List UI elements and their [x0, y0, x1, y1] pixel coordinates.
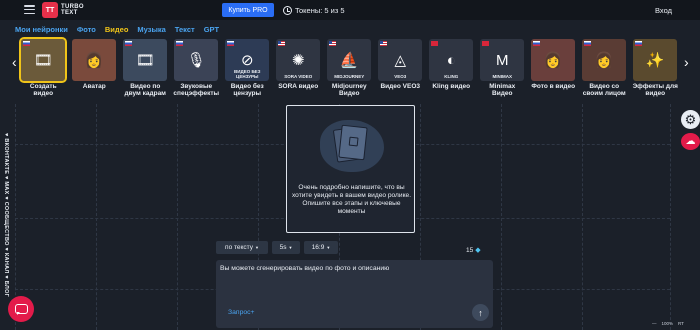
generation-controls: по тексту ▼ 5s ▼ 16:9 ▼: [216, 241, 342, 254]
tab-0[interactable]: Мои нейронки: [15, 25, 68, 34]
chevron-down-icon: ▼: [288, 245, 293, 250]
zoom-indicator: — 100% RT: [652, 321, 684, 326]
model-cards: 🎞 Создать видео 👩 Аватар 🎞 Видео по двум кадр…: [19, 37, 683, 101]
thumbnail-title: VEO3: [394, 74, 407, 79]
model-card-label: Midjourney Видео: [331, 83, 367, 97]
model-thumbnail: 👩: [72, 39, 117, 81]
tab-3[interactable]: Музыка: [137, 25, 165, 34]
model-thumbnail: ✨: [633, 39, 678, 81]
model-card-label: Фото в видео: [531, 83, 576, 90]
gear-icon[interactable]: ⚙: [681, 110, 700, 129]
model-thumbnail: ◐ KLING: [429, 39, 474, 81]
request-plus-link[interactable]: Запрос+: [228, 309, 255, 316]
chat-icon[interactable]: [8, 296, 34, 322]
buy-pro-button[interactable]: Купить PRO: [222, 3, 274, 17]
prompt-input[interactable]: [216, 260, 493, 304]
cost-value: 15: [466, 246, 474, 254]
model-card-label: Аватар: [82, 83, 106, 90]
model-card-label: Видео по двум кадрам: [124, 83, 167, 97]
model-card[interactable]: 👩 Видео со своим лицом: [581, 39, 628, 101]
model-thumbnail: 👩: [531, 39, 576, 81]
login-link[interactable]: Вход: [655, 3, 672, 17]
model-thumbnail: ◬ VEO3: [378, 39, 423, 81]
send-arrow-icon[interactable]: ↑: [472, 304, 489, 321]
model-card[interactable]: ◬ VEO3 Видео VEO3: [377, 39, 424, 101]
generation-cost: 15 ◆: [466, 246, 481, 255]
model-icon: 🎞: [33, 52, 53, 69]
model-card[interactable]: M MINIMAX Minimax Видео: [479, 39, 526, 101]
model-card[interactable]: ✨ Эффекты для видео: [632, 39, 679, 101]
logo-mark: TT: [42, 2, 58, 18]
model-card-label: Видео со своим лицом: [582, 83, 626, 97]
tab-5[interactable]: GPT: [204, 25, 219, 34]
model-card-label: Звуковые спецэффекты: [173, 83, 220, 97]
clock-icon: [283, 5, 292, 15]
model-thumbnail: 🎞: [123, 39, 168, 81]
model-card[interactable]: 👩 Фото в видео: [530, 39, 577, 101]
thumbnail-title: SORA VIDEO: [284, 74, 313, 79]
logo[interactable]: TT TURBO TEXT: [42, 2, 84, 18]
chevron-down-icon: ▼: [326, 245, 331, 250]
model-card[interactable]: 🎞 Создать видео: [19, 37, 68, 101]
diamond-icon: ◆: [475, 247, 481, 254]
top-bar: TT TURBO TEXT Купить PRO Токены: 5 из 5 …: [0, 0, 700, 20]
model-card-label: Эффекты для видео: [632, 83, 678, 97]
tokens-label: Токены: 5 из 5: [295, 5, 345, 15]
model-icon: 👩: [594, 52, 614, 69]
tab-1[interactable]: Фото: [77, 25, 96, 34]
upload-cloud-icon[interactable]: ☁: [681, 133, 700, 150]
chevron-down-icon: ▼: [254, 245, 259, 250]
thumbnail-title: ВИДЕО БЕЗ ЦЕНЗУРЫ: [234, 69, 261, 79]
model-icon: ✨: [645, 52, 665, 69]
prompt-box: Запрос+ ↑: [216, 260, 493, 328]
tab-4[interactable]: Текст: [175, 25, 195, 34]
model-card-label: SORA видео: [278, 83, 319, 90]
model-icon: 🎞: [135, 52, 155, 69]
model-carousel: ‹ 🎞 Создать видео 👩 Аватар 🎞 Видео по двум ка…: [12, 37, 692, 101]
model-card-label: Создать видео: [29, 83, 57, 97]
model-card[interactable]: 👩 Аватар: [71, 39, 118, 101]
model-thumbnail: 🎞: [19, 37, 68, 83]
model-icon: 👩: [543, 52, 563, 69]
model-card-label: Видео без цензуры: [230, 83, 264, 97]
model-thumbnail: ✺ SORA VIDEO: [276, 39, 321, 81]
logo-text: TURBO TEXT: [61, 3, 84, 17]
carousel-prev-icon[interactable]: ‹: [12, 53, 20, 71]
model-card[interactable]: 🎞 Видео по двум кадрам: [122, 39, 169, 101]
model-card-label: Видео VEO3: [380, 83, 421, 90]
model-card[interactable]: ⊘ ВИДЕО БЕЗ ЦЕНЗУРЫ Видео без цензуры: [224, 39, 271, 101]
thumbnail-title: MINIMAX: [492, 74, 513, 79]
category-tabs: Мои нейронки Фото Видео Музыка Текст GPT: [15, 25, 228, 34]
duration-select[interactable]: 5s ▼: [272, 241, 300, 254]
model-card[interactable]: 🎙 Звуковые спецэффекты: [173, 39, 220, 101]
model-card[interactable]: ⛵ MIDJOURNEY Midjourney Видео: [326, 39, 373, 101]
right-tools: ⚙ ☁: [681, 110, 700, 150]
aspect-ratio-select[interactable]: 16:9 ▼: [304, 241, 338, 254]
dropzone-instructions: Очень подробно напишите, что вы хотите у…: [291, 184, 412, 215]
upload-dropzone[interactable]: Очень подробно напишите, что вы хотите у…: [286, 105, 415, 233]
photo-document-icon: [338, 124, 368, 161]
tab-2[interactable]: Видео: [105, 25, 129, 34]
tokens-counter: Токены: 5 из 5: [283, 3, 345, 17]
model-thumbnail: ⛵ MIDJOURNEY: [327, 39, 372, 81]
model-card-label: Kling видео: [432, 83, 471, 90]
mode-select[interactable]: по тексту ▼: [216, 241, 268, 254]
model-thumbnail: ⊘ ВИДЕО БЕЗ ЦЕНЗУРЫ: [225, 39, 270, 81]
carousel-next-icon[interactable]: ›: [684, 53, 692, 71]
social-links-text[interactable]: ♥ ВКОНТАКТЕ ♥ MAX ♥ СООБЩЕСТВО ♥ КАНАЛ ♥…: [3, 133, 9, 297]
model-thumbnail: M MINIMAX: [480, 39, 525, 81]
model-icon: 👩: [84, 52, 104, 69]
thumbnail-title: KLING: [444, 74, 459, 79]
model-thumbnail: 🎙: [174, 39, 219, 81]
social-links[interactable]: ♥ ВКОНТАКТЕ ♥ MAX ♥ СООБЩЕСТВО ♥ КАНАЛ ♥…: [1, 133, 10, 303]
thumbnail-title: MIDJOURNEY: [334, 74, 365, 79]
model-card[interactable]: ✺ SORA VIDEO SORA видео: [275, 39, 322, 101]
model-icon: 🎙: [186, 52, 206, 69]
model-thumbnail: 👩: [582, 39, 627, 81]
model-card-label: Minimax Видео: [489, 83, 516, 97]
menu-icon[interactable]: [24, 5, 35, 14]
model-card[interactable]: ◐ KLING Kling видео: [428, 39, 475, 101]
